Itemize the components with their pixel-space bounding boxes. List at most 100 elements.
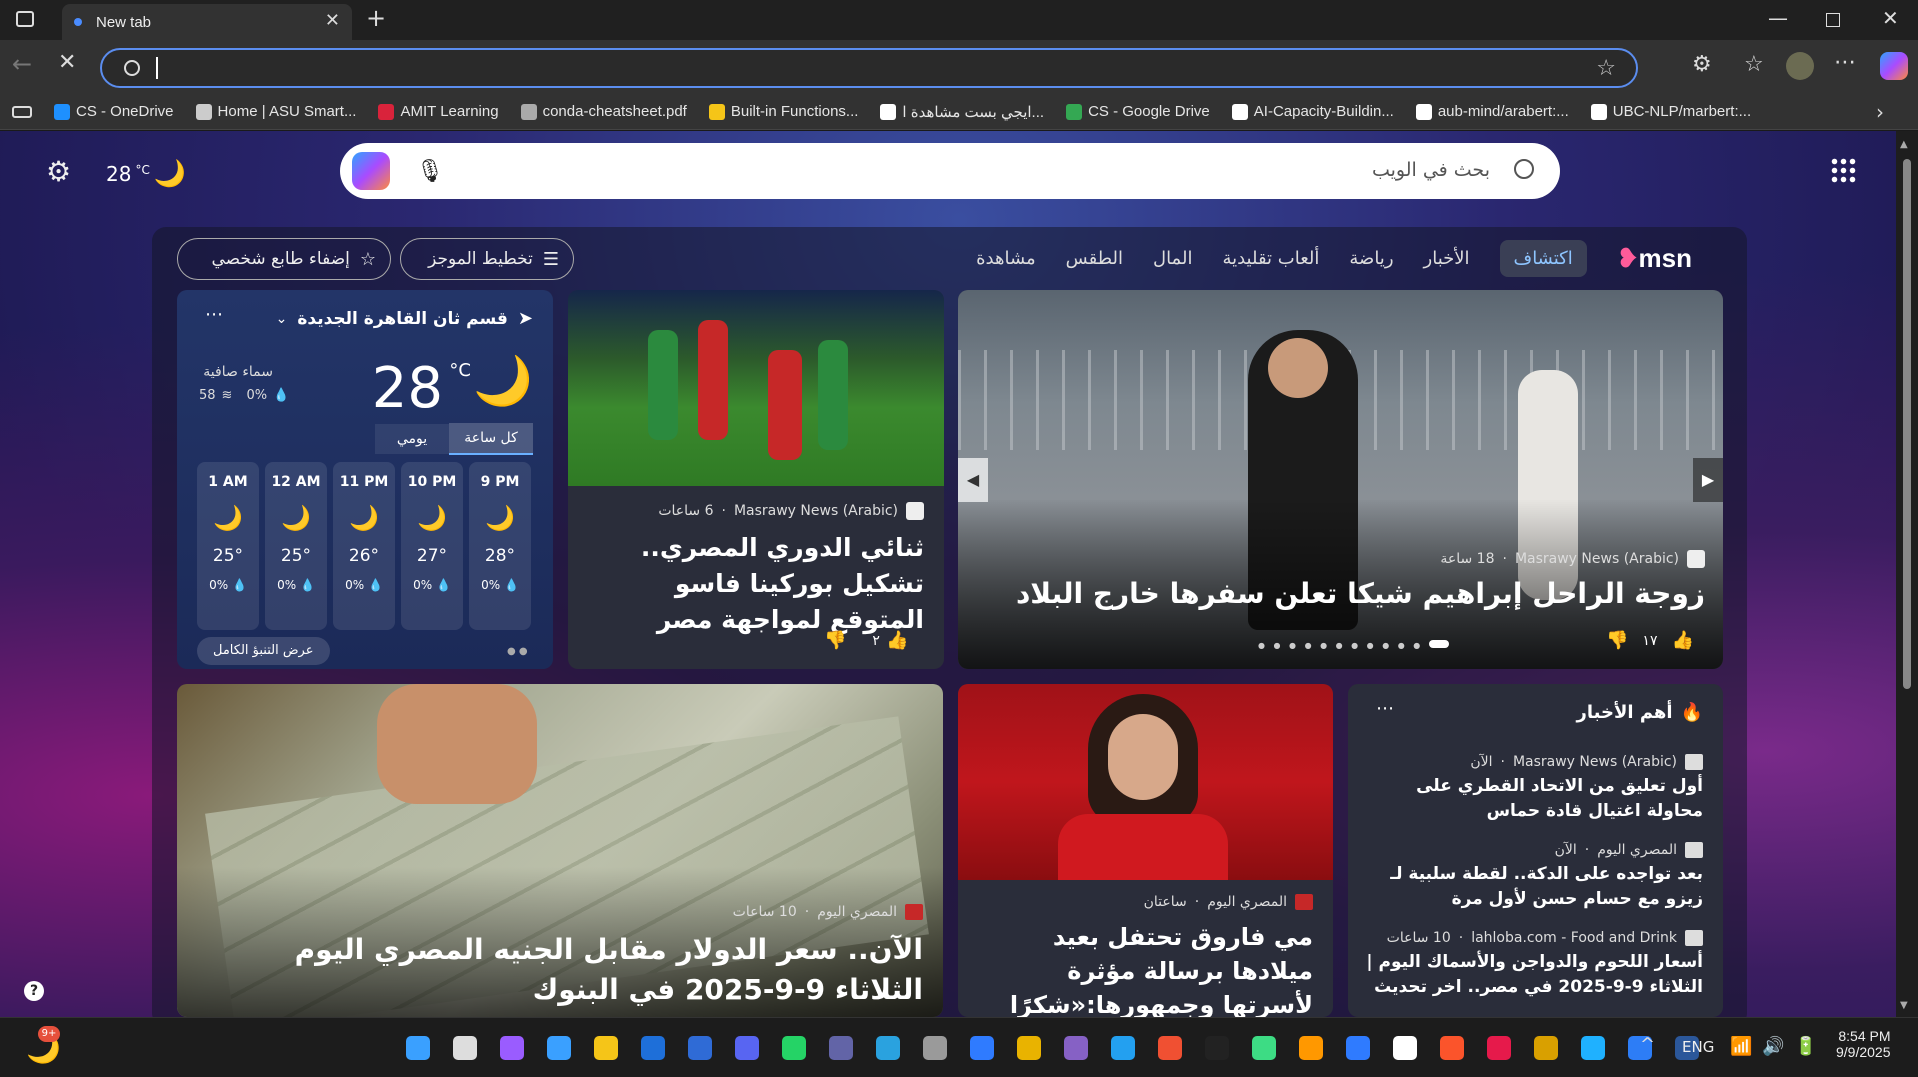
bookmark-item[interactable]: AI-Capacity-Buildin... bbox=[1231, 94, 1394, 130]
edge-dev-icon[interactable] bbox=[1346, 1036, 1370, 1060]
bookmark-item[interactable]: Built-in Functions... bbox=[708, 94, 858, 130]
copilot-icon[interactable] bbox=[500, 1036, 524, 1060]
volume-icon[interactable]: 🔊 bbox=[1762, 1036, 1784, 1057]
web-search-box[interactable]: 🎙 بحث في الويب bbox=[340, 143, 1560, 199]
vs-icon[interactable] bbox=[1064, 1036, 1088, 1060]
vscode-icon[interactable] bbox=[1111, 1036, 1135, 1060]
hero-title[interactable]: زوجة الراحل إبراهيم شيكا تعلن سفرها خارج… bbox=[1005, 576, 1705, 612]
like-icon[interactable]: 👍 bbox=[886, 630, 908, 651]
bookmark-item[interactable]: conda-cheatsheet.pdf bbox=[520, 94, 687, 130]
top-news-title[interactable]: بعد تواجده على الدكة.. لقطة سلبية لـ زيز… bbox=[1363, 862, 1703, 912]
bookmark-item[interactable]: aub-mind/arabert:... bbox=[1415, 94, 1569, 130]
top-news-title[interactable]: أسعار اللحوم والدواجن والأسماك اليوم | ا… bbox=[1363, 950, 1703, 1000]
top-weather[interactable]: 28 °C 🌙 bbox=[106, 159, 186, 189]
booking-icon[interactable] bbox=[1205, 1036, 1229, 1060]
tab-hourly[interactable]: كل ساعة bbox=[449, 423, 533, 455]
bookmark-item[interactable]: Home | ASU Smart... bbox=[195, 94, 356, 130]
nav-item[interactable]: ألعاب تقليدية bbox=[1222, 248, 1319, 269]
hourly-forecast-item[interactable]: 1 AM 🌙 25° 0% 💧 bbox=[197, 462, 259, 630]
people-icon[interactable] bbox=[547, 1036, 571, 1060]
outlook-icon[interactable] bbox=[641, 1036, 665, 1060]
tab-close-icon[interactable]: ✕ bbox=[325, 10, 340, 31]
bookmark-item[interactable]: AMIT Learning bbox=[378, 94, 499, 130]
like-icon[interactable]: 👍 bbox=[1671, 630, 1693, 651]
chatgpt-icon[interactable] bbox=[923, 1036, 947, 1060]
address-input[interactable] bbox=[156, 57, 158, 79]
personalize-button[interactable]: إضفاء طابع شخصي ☆ bbox=[177, 238, 391, 280]
sports-image[interactable] bbox=[568, 290, 944, 486]
slack-icon[interactable] bbox=[1017, 1036, 1041, 1060]
maximize-button[interactable] bbox=[1826, 13, 1840, 27]
dislike-icon[interactable]: 👎 bbox=[1606, 630, 1628, 651]
carousel-prev-button[interactable]: ◀ bbox=[958, 458, 988, 502]
github-desktop-icon[interactable] bbox=[1393, 1036, 1417, 1060]
favorite-star-icon[interactable]: ☆ bbox=[1596, 56, 1616, 81]
search-icon[interactable] bbox=[1514, 159, 1534, 179]
sports-source[interactable]: Masrawy News (Arabic) bbox=[734, 503, 898, 519]
money-card[interactable]: المصري اليوم · 10 ساعات الآن.. سعر الدول… bbox=[177, 684, 943, 1017]
nav-item[interactable]: الأخبار bbox=[1424, 248, 1470, 269]
help-icon[interactable]: ? bbox=[24, 981, 44, 1001]
hourly-forecast-item[interactable]: 11 PM 🌙 26° 0% 💧 bbox=[333, 462, 395, 630]
hero-image[interactable] bbox=[958, 290, 1723, 669]
msn-logo[interactable]: ❥msn bbox=[1617, 243, 1692, 274]
clock-time[interactable]: 8:54 PM bbox=[1836, 1028, 1890, 1044]
nav-item[interactable]: رياضة bbox=[1349, 248, 1393, 269]
carousel-dots[interactable]: ● ● bbox=[507, 646, 528, 657]
back-button[interactable]: ← bbox=[12, 50, 32, 78]
extensions-icon[interactable]: ⚙ bbox=[1692, 52, 1712, 77]
bookmark-item[interactable]: UBC-NLP/marbert:... bbox=[1590, 94, 1751, 130]
weather-card[interactable]: ➤ قسم ثان القاهرة الجديدة ⌄ ⋯ 🌙 28 °C سم… bbox=[177, 290, 553, 669]
search-icon[interactable] bbox=[453, 1036, 477, 1060]
money-source[interactable]: المصري اليوم bbox=[817, 904, 897, 920]
top-news-item[interactable]: lahloba.com - Food and Drink · 10 ساعات أسع… bbox=[1363, 930, 1703, 1000]
celeb-card[interactable]: المصري اليوم · ساعتان مي فاروق تحتفل بعي… bbox=[958, 684, 1333, 1017]
pen-icon[interactable] bbox=[688, 1036, 712, 1060]
celeb-source[interactable]: المصري اليوم bbox=[1207, 894, 1287, 910]
profile-avatar[interactable] bbox=[1786, 52, 1814, 80]
weather-more-icon[interactable]: ⋯ bbox=[205, 304, 223, 325]
search-input[interactable]: بحث في الويب bbox=[1372, 159, 1490, 181]
copilot-icon[interactable] bbox=[352, 152, 390, 190]
top-news-header[interactable]: أهم الأخبار bbox=[1577, 702, 1673, 723]
celeb-title[interactable]: مي فاروق تحتفل بعيد ميلادها برسالة مؤثرة… bbox=[973, 920, 1313, 1017]
top-news-more-icon[interactable]: ⋯ bbox=[1376, 698, 1394, 719]
weather-location[interactable]: قسم ثان القاهرة الجديدة bbox=[297, 309, 508, 329]
top-news-item[interactable]: المصري اليوم · الآن بعد تواجده على الدكة.. … bbox=[1363, 842, 1703, 912]
teams-icon[interactable] bbox=[829, 1036, 853, 1060]
bookmark-item[interactable]: ايجي بست مشاهدة ا... bbox=[880, 94, 1044, 130]
chevron-down-icon[interactable]: ⌄ bbox=[276, 311, 288, 327]
wifi-icon[interactable]: 📶 bbox=[1730, 1036, 1752, 1057]
carousel-dots[interactable]: ● ● ● ● ● ● ● ● ● ● ● bbox=[1258, 640, 1449, 650]
android-icon[interactable] bbox=[1252, 1036, 1276, 1060]
sublime-icon[interactable] bbox=[1299, 1036, 1323, 1060]
sports-card[interactable]: Masrawy News (Arabic) · 6 ساعات ثنائي ال… bbox=[568, 290, 944, 669]
tab-daily[interactable]: يومي bbox=[375, 424, 449, 454]
money-title[interactable]: الآن.. سعر الدولار مقابل الجنيه المصري ا… bbox=[203, 930, 923, 1010]
chevron-right-icon[interactable]: › bbox=[1876, 100, 1884, 124]
office-icon[interactable] bbox=[1534, 1036, 1558, 1060]
todo-icon[interactable] bbox=[970, 1036, 994, 1060]
settings-gear-icon[interactable]: ⚙ bbox=[46, 155, 71, 188]
microphone-icon[interactable]: 🎙 bbox=[416, 159, 444, 184]
bookmark-item[interactable]: CS - OneDrive bbox=[54, 94, 174, 130]
git-icon[interactable] bbox=[1158, 1036, 1182, 1060]
copilot-icon[interactable] bbox=[1880, 52, 1908, 80]
top-news-item[interactable]: Masrawy News (Arabic) · الآن أول تعليق من ا… bbox=[1363, 754, 1703, 824]
hourly-forecast-item[interactable]: 12 AM 🌙 25° 0% 💧 bbox=[265, 462, 327, 630]
tab-new-tab[interactable]: New tab ✕ bbox=[62, 4, 352, 40]
nav-item[interactable]: المال bbox=[1153, 248, 1192, 269]
hero-source[interactable]: Masrawy News (Arabic) bbox=[1515, 551, 1679, 567]
apps-grid-icon[interactable] bbox=[1830, 157, 1856, 183]
hero-card[interactable]: ◀ ▶ Masrawy News (Arabic) · 18 ساعة زوجة… bbox=[958, 290, 1723, 669]
page-scrollbar[interactable]: ▲ ▼ bbox=[1896, 131, 1918, 1017]
new-tab-button[interactable]: + bbox=[366, 4, 386, 32]
reading-list-icon[interactable] bbox=[12, 105, 32, 118]
kaspersky-icon[interactable] bbox=[1487, 1036, 1511, 1060]
start-icon[interactable] bbox=[406, 1036, 430, 1060]
hourly-forecast-item[interactable]: 9 PM 🌙 28° 0% 💧 bbox=[469, 462, 531, 630]
layout-button[interactable]: تخطيط الموجز ☰ bbox=[400, 238, 574, 280]
favorites-icon[interactable]: ☆ bbox=[1744, 52, 1764, 77]
stop-loading-button[interactable]: ✕ bbox=[58, 50, 76, 75]
nav-item[interactable]: اكتشاف bbox=[1499, 239, 1587, 277]
